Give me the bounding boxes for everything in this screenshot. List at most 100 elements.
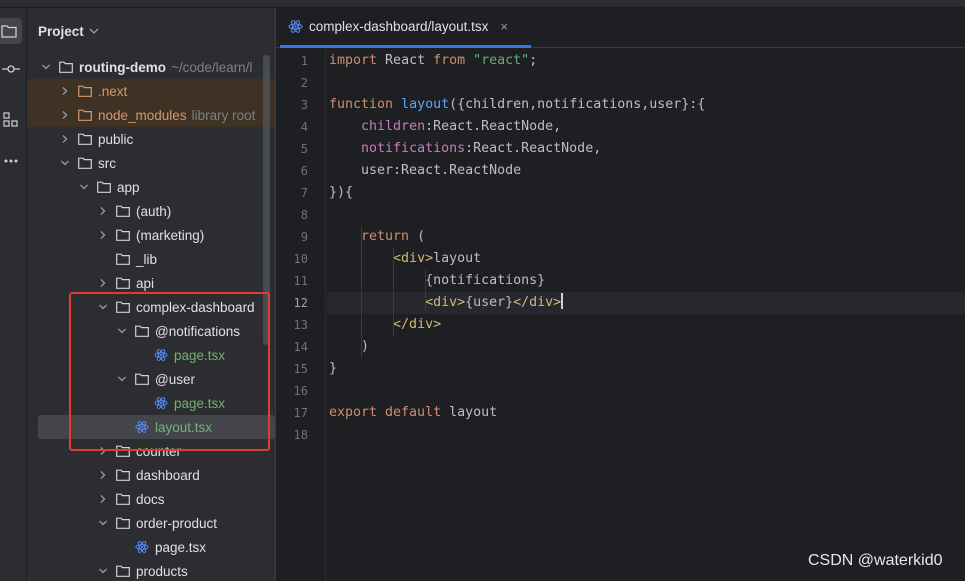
tree-item-label: page.tsx xyxy=(155,539,207,555)
code-token: notifications xyxy=(361,141,466,156)
line-number: 18 xyxy=(293,428,308,442)
tree-item-label: api xyxy=(136,275,155,291)
chevron-right-icon[interactable] xyxy=(97,445,109,457)
code-line[interactable]: ) xyxy=(329,336,369,358)
folder-icon xyxy=(116,253,131,266)
tree-item-label: docs xyxy=(136,491,165,507)
commit-tool-button[interactable] xyxy=(0,56,22,82)
tree-item[interactable]: page.tsx xyxy=(27,535,275,559)
chevron-down-icon[interactable] xyxy=(116,325,128,337)
chevron-down-icon[interactable] xyxy=(40,61,52,73)
folder-icon xyxy=(116,277,131,290)
line-number: 4 xyxy=(300,120,308,134)
tree-item-label: @user xyxy=(155,371,195,387)
tree-item[interactable]: _lib xyxy=(27,247,275,271)
code-line[interactable]: }){ xyxy=(329,182,353,204)
code-line[interactable]: } xyxy=(329,358,337,380)
code-token: function xyxy=(329,97,394,112)
tree-item[interactable]: @user xyxy=(27,367,275,391)
project-tool-button[interactable] xyxy=(0,18,22,44)
react-icon xyxy=(288,20,303,33)
chevron-right-icon[interactable] xyxy=(97,493,109,505)
more-tools-button[interactable] xyxy=(0,148,22,174)
chevron-right-icon[interactable] xyxy=(97,229,109,241)
chevron-right-icon[interactable] xyxy=(97,469,109,481)
chevron-right-icon[interactable] xyxy=(97,205,109,217)
code-area[interactable]: import React from "react"; function layou… xyxy=(327,50,965,581)
tree-item-label: node_modules xyxy=(98,107,187,123)
code-line[interactable]: function layout({children,notifications,… xyxy=(329,94,705,116)
folder-icon xyxy=(135,373,150,386)
chevron-down-icon[interactable] xyxy=(97,301,109,313)
tree-item[interactable]: layout.tsx xyxy=(38,415,275,439)
code-line[interactable]: import React from "react"; xyxy=(329,50,537,72)
tree-item[interactable]: app xyxy=(27,175,275,199)
chevron-down-icon[interactable] xyxy=(59,157,71,169)
tree-item[interactable]: products xyxy=(27,559,275,581)
folder-icon xyxy=(116,565,131,578)
tree-item[interactable]: (auth) xyxy=(27,199,275,223)
tree-item[interactable]: order-product xyxy=(27,511,275,535)
react-file-icon xyxy=(154,397,169,410)
chevron-right-icon[interactable] xyxy=(59,133,71,145)
chevron-down-icon[interactable] xyxy=(97,565,109,577)
editor-tab[interactable]: complex-dashboard/layout.tsx × xyxy=(288,19,508,34)
code-line[interactable]: <div>layout xyxy=(329,248,481,270)
code-line[interactable]: </div> xyxy=(329,314,441,336)
tree-item[interactable]: api xyxy=(27,271,275,295)
tree-item[interactable]: page.tsx xyxy=(27,343,275,367)
code-token: return xyxy=(361,229,410,244)
tree-item-hint: ~/code/learn/l xyxy=(171,59,253,75)
tree-item[interactable]: node_modules library root xyxy=(27,103,275,127)
code-token: import xyxy=(329,53,378,68)
line-number: 12 xyxy=(293,296,308,310)
chevron-down-icon[interactable] xyxy=(116,373,128,385)
tree-item[interactable]: public xyxy=(27,127,275,151)
tab-label: complex-dashboard/layout.tsx xyxy=(309,19,489,34)
folder-icon xyxy=(97,181,112,194)
folder-icon xyxy=(59,61,74,74)
code-editor: complex-dashboard/layout.tsx × 123456789… xyxy=(275,8,965,581)
tree-item[interactable]: complex-dashboard xyxy=(27,295,275,319)
folder-icon xyxy=(78,133,93,146)
tree-item[interactable]: @notifications xyxy=(27,319,275,343)
chevron-right-icon[interactable] xyxy=(97,277,109,289)
chevron-right-icon[interactable] xyxy=(59,85,71,97)
tree-item[interactable]: page.tsx xyxy=(27,391,275,415)
code-line[interactable]: return ( xyxy=(329,226,425,248)
tree-item[interactable]: .next xyxy=(27,79,275,103)
line-number: 7 xyxy=(300,186,308,200)
tree-item-label: (auth) xyxy=(136,203,172,219)
tree-scrollbar[interactable] xyxy=(263,55,270,345)
code-token: ( xyxy=(409,229,426,244)
panel-title: Project xyxy=(38,23,84,39)
code-line[interactable]: export default layout xyxy=(329,402,497,424)
tree-item-label: counter xyxy=(136,443,182,459)
code-line[interactable]: children:React.ReactNode, xyxy=(329,116,561,138)
tree-item[interactable]: docs xyxy=(27,487,275,511)
folder-icon xyxy=(116,469,131,482)
folder-icon xyxy=(116,493,131,506)
tree-item[interactable]: routing-demo ~/code/learn/l xyxy=(27,55,275,79)
chevron-right-icon[interactable] xyxy=(59,109,71,121)
project-panel-header[interactable]: Project xyxy=(38,21,99,41)
tree-item[interactable]: dashboard xyxy=(27,463,275,487)
tree-item[interactable]: counter xyxy=(27,439,275,463)
code-token: export default xyxy=(329,405,442,420)
chevron-down-icon[interactable] xyxy=(97,517,109,529)
folder-icon xyxy=(116,445,131,458)
chevron-down-icon[interactable] xyxy=(78,181,90,193)
code-line[interactable]: user:React.ReactNode xyxy=(329,160,521,182)
folder-icon xyxy=(116,205,131,218)
structure-tool-button[interactable] xyxy=(0,107,22,133)
line-number: 5 xyxy=(300,142,308,156)
code-token: children xyxy=(361,119,426,134)
line-number: 8 xyxy=(300,208,308,222)
tree-item[interactable]: src xyxy=(27,151,275,175)
tree-item[interactable]: (marketing) xyxy=(27,223,275,247)
code-line[interactable]: notifications:React.ReactNode, xyxy=(329,138,601,160)
code-line[interactable]: <div>{user}</div> xyxy=(329,292,564,314)
tab-close-icon[interactable]: × xyxy=(500,19,508,34)
code-token: user:React.ReactNode xyxy=(329,163,522,178)
